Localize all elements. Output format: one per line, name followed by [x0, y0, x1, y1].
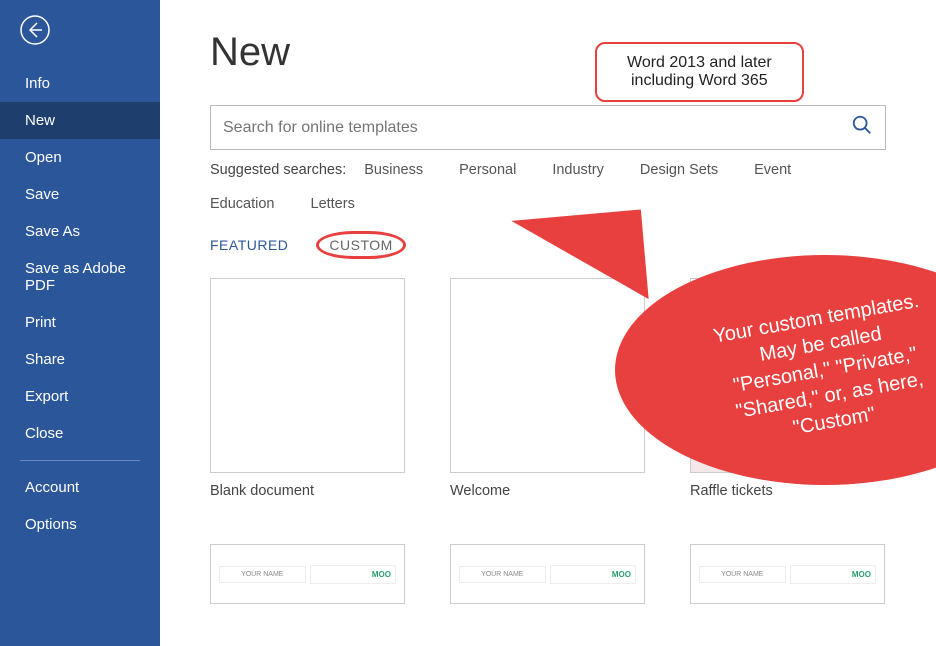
template-thumbnail [210, 278, 405, 473]
nav-item-save-as[interactable]: Save As [0, 213, 160, 250]
template-search-box[interactable] [210, 105, 886, 150]
backstage-sidebar: InfoNewOpenSaveSave AsSave as Adobe PDFP… [0, 0, 160, 646]
nav-item-close[interactable]: Close [0, 415, 160, 452]
template-welcome[interactable]: Welcome [450, 278, 645, 499]
template-raffle[interactable]: $500 $250 $100 Raffle tickets [690, 278, 885, 499]
suggested-link[interactable]: Industry [552, 162, 604, 178]
template-thumbnail: YOUR NAME MOO [690, 544, 885, 604]
template-gallery: Blank document Welcome $500 $250 $100 Ra… [210, 278, 886, 614]
nav-item-save[interactable]: Save [0, 176, 160, 213]
template-label: Welcome [450, 483, 645, 499]
backstage-window: InfoNewOpenSaveSave AsSave as Adobe PDFP… [0, 0, 936, 646]
template-label: Raffle tickets [690, 483, 885, 499]
template-thumbnail: $500 $250 $100 [690, 278, 885, 473]
nav-item-new[interactable]: New [0, 102, 160, 139]
moo-logo-icon: MOO [372, 570, 391, 579]
moo-logo-icon: MOO [612, 570, 631, 579]
nav-item-export[interactable]: Export [0, 378, 160, 415]
suggested-link[interactable]: Design Sets [640, 162, 718, 178]
back-arrow-icon [19, 14, 51, 46]
annotation-circle: CUSTOM [316, 231, 405, 259]
tab-custom-label: CUSTOM [329, 237, 392, 253]
template-tabs: FEATURED CUSTOM [210, 237, 886, 253]
nav-item-share[interactable]: Share [0, 341, 160, 378]
nav-item-open[interactable]: Open [0, 139, 160, 176]
raffle-prices: $500 $250 $100 [791, 439, 876, 452]
version-line2: including Word 365 [627, 72, 772, 90]
search-icon[interactable] [851, 114, 873, 141]
search-input[interactable] [223, 119, 851, 137]
nav-item-info[interactable]: Info [0, 65, 160, 102]
template-moo-1[interactable]: YOUR NAME MOO [210, 544, 405, 614]
nav-item-save-as-adobe-pdf[interactable]: Save as Adobe PDF [0, 250, 160, 304]
template-thumbnail: YOUR NAME MOO [210, 544, 405, 604]
suggested-link[interactable]: Personal [459, 162, 516, 178]
tab-custom[interactable]: CUSTOM [316, 237, 405, 253]
suggested-link[interactable]: Education [210, 196, 275, 212]
suggested-link[interactable]: Business [364, 162, 423, 178]
suggested-link[interactable]: Letters [311, 196, 355, 212]
nav-item-options[interactable]: Options [0, 506, 160, 543]
back-button[interactable] [15, 10, 55, 50]
moo-logo-icon: MOO [852, 570, 871, 579]
version-line1: Word 2013 and later [627, 54, 772, 72]
nav-item-account[interactable]: Account [0, 469, 160, 506]
template-thumbnail: YOUR NAME MOO [450, 544, 645, 604]
template-blank[interactable]: Blank document [210, 278, 405, 499]
sidebar-separator [20, 460, 140, 461]
template-thumbnail [450, 278, 645, 473]
suggested-label: Suggested searches: [210, 162, 346, 178]
tab-featured[interactable]: FEATURED [210, 237, 288, 253]
main-panel: New Suggested searches: BusinessPersonal… [160, 0, 936, 646]
template-label: Blank document [210, 483, 405, 499]
template-moo-3[interactable]: YOUR NAME MOO [690, 544, 885, 614]
suggested-link[interactable]: Event [754, 162, 791, 178]
annotation-version-box: Word 2013 and later including Word 365 [595, 42, 804, 102]
nav-item-print[interactable]: Print [0, 304, 160, 341]
suggested-searches: Suggested searches: Business Personal Indu… [210, 162, 886, 212]
template-moo-2[interactable]: YOUR NAME MOO [450, 544, 645, 614]
